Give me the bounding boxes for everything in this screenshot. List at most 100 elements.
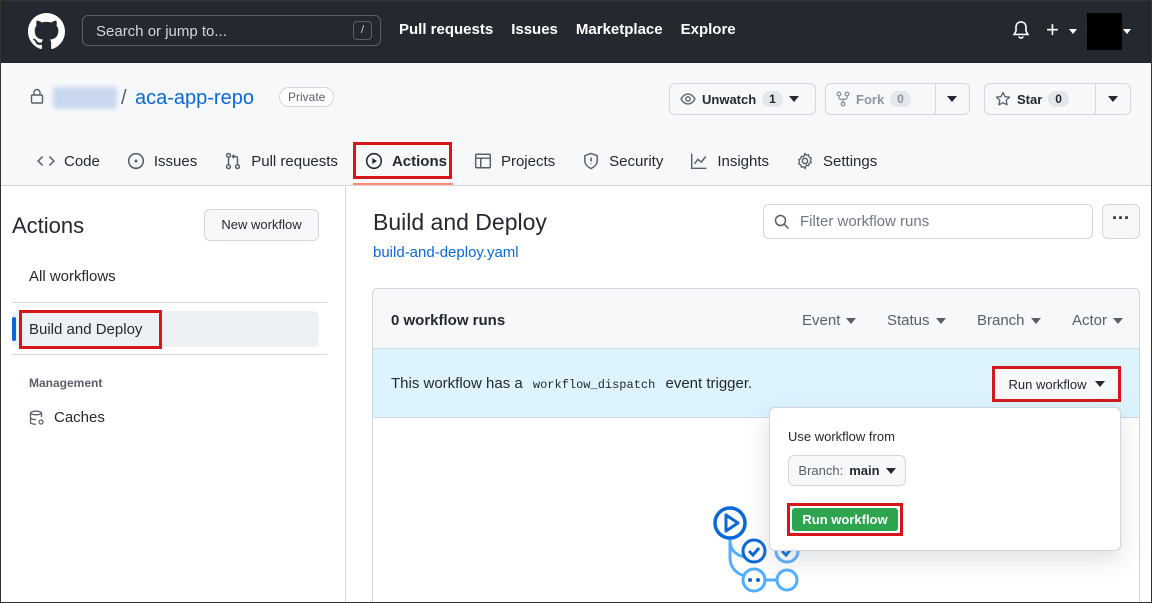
tab-projects-label: Projects [500,152,556,170]
filter-placeholder: Filter workflow runs [800,213,930,230]
tab-projects[interactable]: Projects [474,149,569,173]
database-icon [29,410,44,425]
branch-select-caret-icon [885,467,896,474]
branch-filter[interactable]: Branch [977,312,1041,329]
visibility-badge: Private [279,87,335,107]
event-filter[interactable]: Event [802,312,857,329]
tab-settings[interactable]: Settings [796,149,891,173]
avatar[interactable] [1087,13,1122,50]
run-workflow-caret-icon [1094,381,1105,387]
nav-pull-requests[interactable]: Pull requests [399,21,493,38]
sidebar-divider [12,354,327,355]
branch-select[interactable]: Branch: main [788,455,906,486]
repo-owner-blurred[interactable] [53,87,117,109]
fork-label: Fork [856,91,885,107]
fork-count: 0 [890,91,911,107]
use-workflow-from-label: Use workflow from [788,429,895,444]
github-logo-icon[interactable] [28,13,65,50]
tab-issues[interactable]: Issues [127,149,211,173]
tab-issues-label: Issues [153,152,198,170]
star-label: Star [1017,91,1043,107]
tab-insights[interactable]: Insights [690,149,783,173]
status-filter[interactable]: Status [887,312,946,329]
caches-label: Caches [54,409,105,426]
bell-icon[interactable] [1011,19,1031,41]
branch-prefix: Branch: [798,463,844,478]
graph-icon [691,153,707,170]
status-caret-icon [935,317,946,324]
sidebar-item-caches[interactable]: Caches [29,409,105,426]
new-workflow-button[interactable]: New workflow [204,209,319,241]
kebab-menu-button[interactable]: ··· [1102,204,1140,239]
runs-header: 0 workflow runs Event Status Branch Acto… [373,289,1139,349]
search-placeholder: Search or jump to... [96,23,227,40]
tab-code[interactable]: Code [37,149,114,173]
unwatch-caret-icon [788,96,799,102]
star-caret-icon [1108,96,1119,102]
create-new-caret-icon [1069,29,1077,34]
event-caret-icon [846,317,857,324]
shield-icon [584,152,599,170]
repo-path-separator: / [121,87,127,109]
dispatch-code: workflow_dispatch [532,378,656,392]
active-tab-underline [353,183,453,185]
build-and-deploy-highlight [19,310,162,349]
global-nav: Pull requests Issues Marketplace Explore [399,21,736,38]
branch-caret-icon [1030,317,1041,324]
unwatch-label: Unwatch [702,91,757,107]
star-dropdown-button[interactable] [1095,84,1130,114]
selected-indicator [12,317,16,341]
gear-icon [798,152,813,170]
runs-count: 0 workflow runs [391,312,506,329]
code-icon [37,155,55,167]
actor-filter[interactable]: Actor [1072,312,1124,329]
nav-marketplace[interactable]: Marketplace [576,21,663,38]
search-input[interactable]: Search or jump to... / [82,15,381,46]
fork-caret-icon [947,96,958,102]
star-button[interactable]: Star 0 [985,84,1095,114]
tab-security[interactable]: Security [582,149,677,173]
fork-button[interactable]: Fork 0 [826,84,935,114]
tab-security-label: Security [609,152,664,170]
run-workflow-dropdown-button[interactable]: Run workflow [992,366,1121,402]
actor-caret-icon [1113,317,1124,324]
dispatch-text-pre: This workflow has a [391,375,523,392]
status-filter-label: Status [887,312,930,329]
sidebar-divider [12,302,327,303]
unwatch-button-group: Unwatch 1 [669,83,816,115]
workflow-file-link[interactable]: build-and-deploy.yaml [373,244,519,261]
eye-icon [680,93,696,105]
tab-code-label: Code [64,152,100,170]
event-filter-label: Event [802,312,841,329]
sidebar-item-all-workflows[interactable]: All workflows [29,268,116,285]
run-workflow-submit-button[interactable]: Run workflow [792,508,898,531]
search-icon [774,214,790,230]
actions-sidebar [1,186,346,602]
watch-count: 1 [762,91,783,107]
actions-tab-highlight [353,142,452,179]
unwatch-button[interactable]: Unwatch 1 [670,84,809,114]
dispatch-text-post: event trigger. [665,375,753,392]
nav-explore[interactable]: Explore [681,21,736,38]
management-heading: Management [29,376,103,390]
lock-icon [30,88,44,104]
fork-icon [836,91,850,107]
fork-dropdown-button[interactable] [934,84,969,114]
create-new-button[interactable]: + [1046,19,1059,41]
filter-workflow-runs-input[interactable]: Filter workflow runs [763,204,1093,239]
run-workflow-highlight: Run workflow [787,503,903,536]
slash-key-hint: / [353,21,372,40]
sidebar-title: Actions [12,213,85,238]
repo-name-link[interactable]: aca-app-repo [135,87,254,110]
tab-insights-label: Insights [717,152,770,170]
issue-icon [127,152,144,170]
tab-settings-label: Settings [823,152,878,170]
actor-filter-label: Actor [1072,312,1108,329]
tab-pull-requests[interactable]: Pull requests [224,149,352,173]
dispatch-message: This workflow has a workflow_dispatch ev… [391,375,752,392]
star-button-group: Star 0 [984,83,1131,115]
star-icon [995,91,1011,106]
nav-issues[interactable]: Issues [511,21,558,38]
page: Search or jump to... / Pull requests Iss… [0,0,1152,603]
workflow-title: Build and Deploy [373,209,547,235]
